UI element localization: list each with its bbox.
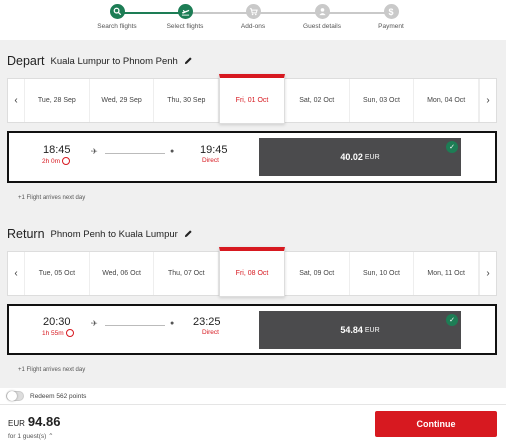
depart-heading: Depart Kuala Lumpur to Phnom Penh	[7, 54, 193, 68]
return-flight-card[interactable]: 20:30 1h 55m ✈ ● 23:25 Direct 54.84 EUR …	[7, 304, 497, 355]
route-line	[105, 325, 165, 326]
location-pin-icon: ●	[170, 148, 175, 155]
arrive-time: 23:25	[193, 316, 221, 328]
edit-pencil-icon[interactable]	[184, 56, 193, 67]
return-date-strip: ‹ Tue, 05 Oct Wed, 06 Oct Thu, 07 Oct Fr…	[7, 247, 497, 297]
next-day-note: +1 Flight arrives next day	[18, 367, 86, 373]
clock-icon	[62, 157, 71, 165]
user-icon	[314, 4, 330, 19]
date-tab[interactable]: Tue, 05 Oct	[25, 252, 90, 295]
return-title: Return	[7, 227, 45, 241]
dollar-icon: $	[383, 4, 399, 19]
arrive-time: 19:45	[200, 144, 228, 156]
fare-amount: 40.02	[340, 152, 363, 162]
flight-duration: 2h 0m	[42, 157, 71, 165]
search-icon	[109, 4, 125, 19]
duration-text: 1h 55m	[42, 329, 64, 337]
fare-amount: 54.84	[340, 325, 363, 335]
fare-currency: EUR	[364, 326, 380, 334]
duration-text: 2h 0m	[42, 157, 61, 165]
fare-currency: EUR	[364, 153, 380, 161]
date-tab-selected[interactable]: Fri, 08 Oct	[219, 247, 285, 297]
step-label: Payment	[378, 23, 404, 30]
total-currency: EUR	[8, 419, 25, 428]
step-payment[interactable]: $ Payment	[346, 4, 436, 30]
total-amount: 94.86	[27, 414, 61, 429]
check-icon: ✓	[446, 314, 458, 326]
prev-dates-button[interactable]: ‹	[8, 252, 25, 295]
depart-flight-card[interactable]: 18:45 2h 0m ✈ ● 19:45 Direct 40.02 EUR ✓	[7, 131, 497, 183]
date-tab[interactable]: Thu, 07 Oct	[154, 252, 220, 295]
date-tab[interactable]: Mon, 04 Oct	[414, 79, 480, 122]
date-tab[interactable]: Tue, 28 Sep	[25, 79, 90, 122]
return-route: Phnom Penh to Kuala Lumpur	[50, 228, 178, 240]
depart-date-strip: ‹ Tue, 28 Sep Wed, 29 Sep Thu, 30 Sep Fr…	[7, 74, 497, 124]
date-tab[interactable]: Wed, 06 Oct	[90, 252, 155, 295]
date-tab[interactable]: Thu, 30 Sep	[154, 79, 220, 122]
prev-dates-button[interactable]: ‹	[8, 79, 25, 122]
next-dates-button[interactable]: ›	[479, 79, 496, 122]
check-icon: ✓	[446, 141, 458, 153]
plane-icon: ✈	[91, 319, 98, 328]
date-tab[interactable]: Mon, 11 Oct	[414, 252, 480, 295]
progress-stepper: Search flights Select flights Add-ons Gu…	[0, 0, 506, 40]
chevron-up-icon: ⌃	[48, 433, 54, 440]
plane-icon: ✈	[91, 147, 98, 156]
cart-icon	[245, 4, 261, 19]
next-day-note: +1 Flight arrives next day	[18, 195, 86, 201]
plane-icon	[177, 4, 193, 19]
date-tab[interactable]: Sat, 02 Oct	[285, 79, 350, 122]
location-pin-icon: ●	[170, 320, 175, 327]
redeem-label: Redeem 562 points	[30, 392, 87, 400]
depart-time: 20:30	[43, 316, 71, 328]
total-price: EUR 94.86	[8, 414, 60, 429]
date-tab[interactable]: Sat, 09 Oct	[285, 252, 350, 295]
depart-time: 18:45	[43, 144, 71, 156]
redeem-points-bar: Redeem 562 points	[0, 388, 506, 404]
guest-count-label: for 1 guest(s)	[8, 433, 47, 440]
edit-pencil-icon[interactable]	[184, 229, 193, 240]
date-tab-selected[interactable]: Fri, 01 Oct	[219, 74, 285, 124]
continue-button[interactable]: Continue	[375, 411, 497, 437]
flight-duration: 1h 55m	[42, 329, 74, 337]
date-tab[interactable]: Sun, 10 Oct	[350, 252, 415, 295]
fare-price-button[interactable]: 54.84 EUR	[259, 311, 461, 349]
fare-price-button[interactable]: 40.02 EUR	[259, 138, 461, 176]
guest-count-toggle[interactable]: for 1 guest(s) ⌃	[8, 432, 54, 440]
next-dates-button[interactable]: ›	[479, 252, 496, 295]
return-heading: Return Phnom Penh to Kuala Lumpur	[7, 227, 193, 241]
depart-title: Depart	[7, 54, 45, 68]
date-tab[interactable]: Wed, 29 Sep	[90, 79, 155, 122]
route-line	[105, 153, 165, 154]
depart-route: Kuala Lumpur to Phnom Penh	[50, 55, 178, 67]
stops-label: Direct	[202, 329, 219, 336]
date-tab[interactable]: Sun, 03 Oct	[350, 79, 415, 122]
redeem-points-toggle[interactable]	[6, 391, 24, 401]
stops-label: Direct	[202, 157, 219, 164]
clock-icon	[65, 329, 74, 337]
